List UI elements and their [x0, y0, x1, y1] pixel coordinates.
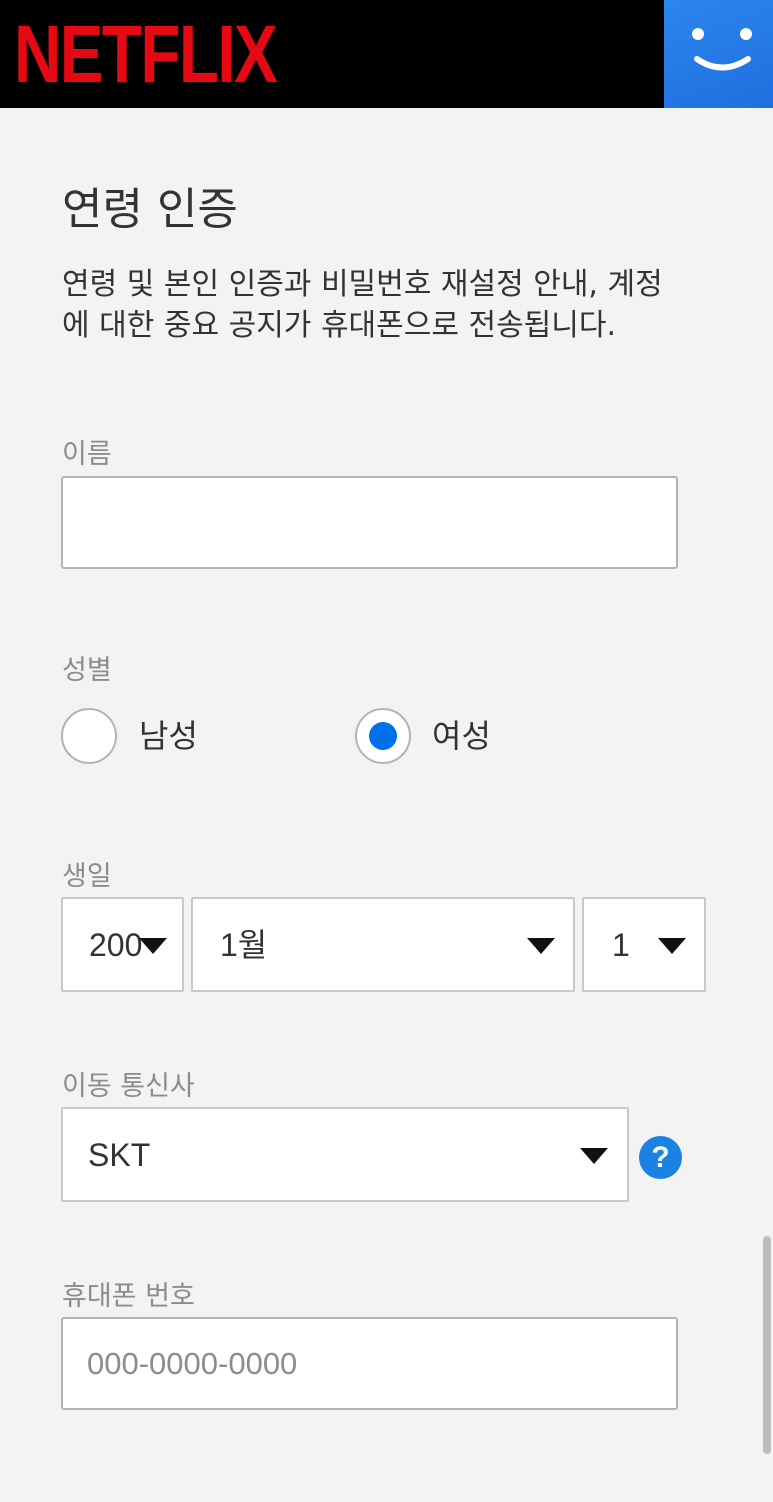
help-question-icon[interactable]: ?: [639, 1136, 682, 1179]
netflix-logo[interactable]: NETFLIX: [14, 14, 278, 96]
carrier-label: 이동 통신사: [62, 1071, 195, 1102]
gender-label: 성별: [62, 655, 112, 686]
app-header: NETFLIX: [0, 0, 773, 108]
birth-month-value: 1월: [220, 927, 268, 963]
birth-year-select[interactable]: 200: [61, 897, 184, 992]
name-label: 이름: [62, 439, 112, 470]
name-input[interactable]: [61, 476, 678, 569]
chevron-down-icon: [527, 938, 555, 954]
scrollbar[interactable]: [763, 1236, 771, 1454]
phone-label: 휴대폰 번호: [62, 1281, 195, 1312]
birth-day-value: 1: [612, 927, 630, 963]
chevron-down-icon: [580, 1148, 608, 1164]
chevron-down-icon: [658, 938, 686, 954]
carrier-value: SKT: [88, 1137, 151, 1173]
birth-day-select[interactable]: 1: [582, 897, 706, 992]
gender-female-radio[interactable]: [355, 708, 411, 764]
birthday-label: 생일: [62, 861, 112, 892]
gender-male-radio[interactable]: [61, 708, 117, 764]
birth-year-value: 200: [89, 927, 143, 963]
radio-selected-dot: [369, 722, 397, 750]
page-description: 연령 및 본인 인증과 비밀번호 재설정 안내, 계정에 대한 중요 공지가 휴…: [62, 267, 663, 343]
phone-input[interactable]: [61, 1317, 678, 1410]
chevron-down-icon: [139, 938, 167, 954]
birth-month-select[interactable]: 1월: [191, 897, 575, 992]
profile-avatar-smiley-icon[interactable]: [664, 0, 773, 108]
gender-male-label[interactable]: 남성: [139, 716, 198, 756]
carrier-select[interactable]: SKT: [61, 1107, 629, 1202]
page-title: 연령 인증: [62, 184, 238, 235]
gender-female-label[interactable]: 여성: [432, 716, 491, 756]
